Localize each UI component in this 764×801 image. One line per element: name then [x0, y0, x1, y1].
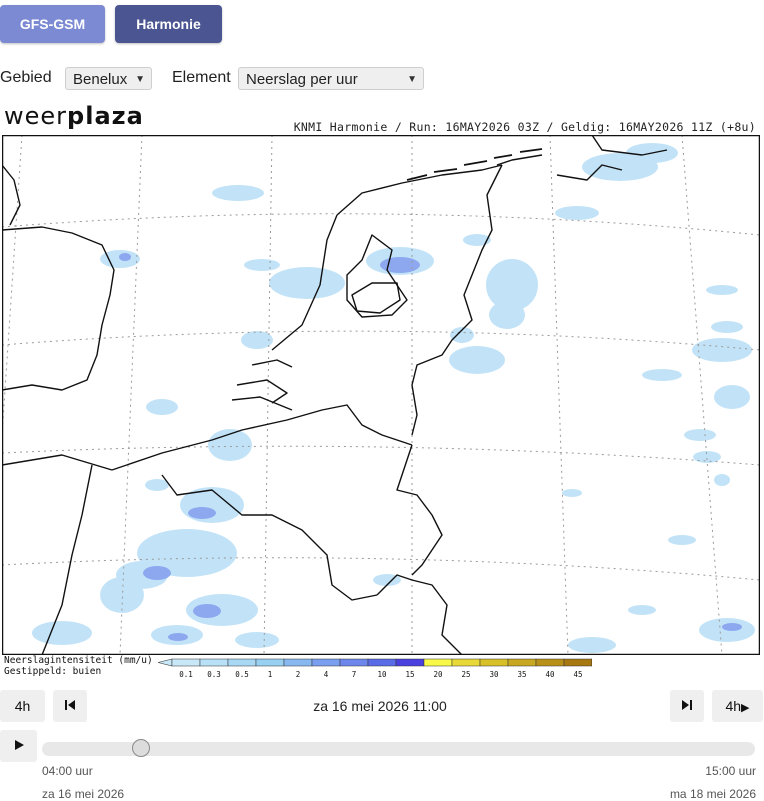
legend-title: Neerslagintensiteit (mm/u) Gestippeld: b…	[4, 655, 153, 677]
legend-tip-left	[157, 658, 173, 667]
step-forward-4h-button[interactable]: 4h▶	[712, 690, 763, 722]
run-info: KNMI Harmonie / Run: 16MAY2026 03Z / Gel…	[293, 120, 756, 134]
legend-swatch	[395, 658, 425, 667]
element-select-value: Neerslag per uur	[246, 71, 358, 88]
skip-to-start-button[interactable]	[53, 690, 87, 722]
skip-back-icon	[65, 699, 75, 710]
legend-tick-label: 0.3	[207, 670, 221, 679]
legend-swatch	[479, 658, 509, 667]
legend-tick-label: 30	[489, 670, 499, 679]
chevron-down-icon: ▼	[407, 74, 417, 85]
legend-tick-label: 15	[405, 670, 414, 679]
range-end-date: ma 18 mei 2026	[669, 787, 756, 801]
legend-tick-label: 1	[268, 670, 273, 679]
weerplaza-logo: weerplaza	[4, 102, 144, 130]
legend-tick-label: 2	[296, 670, 301, 679]
area-select-value: Benelux	[73, 71, 128, 88]
legend-swatch	[507, 658, 537, 667]
legend-swatch	[311, 658, 341, 667]
legend-swatch	[563, 658, 592, 667]
legend-swatch	[171, 658, 201, 667]
precipitation-legend: 0.1 0.3 0.5 1 2 4 7 10 15 20 25 30 35 40 45	[157, 658, 592, 679]
legend-tick-label: 4	[324, 670, 329, 679]
legend-tick-label: 25	[461, 670, 470, 679]
legend-tick-label: 35	[517, 670, 526, 679]
range-end-time: 15:00 uur	[705, 764, 756, 778]
play-triangle-icon: ▶	[741, 702, 750, 714]
element-label: Element	[172, 69, 231, 86]
skip-forward-icon	[682, 699, 692, 710]
legend-tick-label: 10	[377, 670, 387, 679]
step-forward-label: 4h	[725, 698, 742, 714]
area-select[interactable]: Benelux ▼	[65, 67, 152, 90]
harmonie-button[interactable]: Harmonie	[115, 5, 222, 43]
step-back-4h-button[interactable]: 4h	[0, 690, 45, 722]
weather-map-panel: weerplaza KNMI Harmonie / Run: 16MAY2026…	[0, 102, 764, 680]
current-time-label: za 16 mei 2026 11:00	[313, 698, 447, 714]
play-icon	[14, 739, 24, 750]
legend-swatch	[255, 658, 285, 667]
precipitation-map	[2, 135, 760, 655]
element-select[interactable]: Neerslag per uur ▼	[238, 67, 424, 90]
legend-swatch	[423, 658, 453, 667]
legend-swatch	[451, 658, 481, 667]
legend-swatch	[283, 658, 313, 667]
legend-swatch	[535, 658, 565, 667]
legend-tick-label: 0.1	[179, 670, 193, 679]
legend-swatch	[367, 658, 397, 667]
selector-row: Gebied Benelux ▼ Element Neerslag per uu…	[0, 66, 764, 92]
legend-swatch	[227, 658, 257, 667]
skip-to-end-button[interactable]	[670, 690, 704, 722]
chevron-down-icon: ▼	[135, 74, 145, 85]
gfs-gsm-button[interactable]: GFS-GSM	[0, 5, 105, 43]
legend-tick-label: 7	[352, 670, 357, 679]
legend-tick-label: 45	[573, 670, 582, 679]
range-start-time: 04:00 uur	[42, 764, 93, 778]
range-start-date: za 16 mei 2026	[42, 787, 125, 801]
legend-swatch	[199, 658, 229, 667]
legend-tick-label: 40	[545, 670, 555, 679]
play-button[interactable]	[0, 730, 37, 762]
area-label: Gebied	[0, 69, 52, 86]
legend-tick-label: 0.5	[235, 670, 249, 679]
legend-swatch	[339, 658, 369, 667]
legend-tick-label: 20	[433, 670, 443, 679]
